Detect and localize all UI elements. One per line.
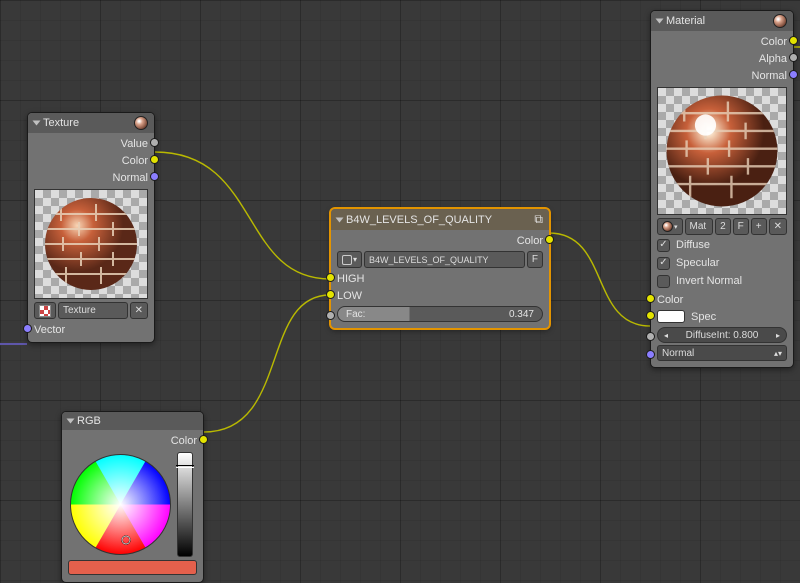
input-label-spec: Spec bbox=[691, 311, 716, 323]
socket-color-out[interactable] bbox=[150, 155, 159, 164]
invert-normal-label: Invert Normal bbox=[676, 275, 742, 287]
fake-user-button[interactable]: F bbox=[733, 218, 749, 235]
socket-normal-out[interactable] bbox=[150, 172, 159, 181]
socket-fac-in[interactable] bbox=[326, 311, 335, 320]
fac-value: 0.347 bbox=[509, 309, 534, 320]
socket-diffuseint-in[interactable] bbox=[646, 332, 655, 341]
add-material-button[interactable]: + bbox=[751, 218, 767, 235]
output-label-normal: Normal bbox=[113, 172, 148, 184]
group-browse-icon[interactable]: ▾ bbox=[337, 251, 362, 268]
output-label-value: Value bbox=[121, 138, 148, 150]
socket-vector-in[interactable] bbox=[23, 324, 32, 333]
node-title: Material bbox=[666, 15, 705, 27]
result-color-swatch[interactable] bbox=[68, 560, 197, 575]
color-wheel[interactable] bbox=[68, 452, 173, 557]
group-node-header[interactable]: B4W_LEVELS_OF_QUALITY ⧉ bbox=[331, 209, 549, 230]
rgb-node-header[interactable]: RGB bbox=[62, 412, 203, 430]
diffuse-label: Diffuse bbox=[676, 239, 710, 251]
material-preview bbox=[657, 87, 787, 215]
collapse-icon[interactable] bbox=[656, 19, 664, 24]
output-label-normal: Normal bbox=[752, 70, 787, 82]
normal-dropdown[interactable]: Normal▴▾ bbox=[657, 345, 787, 361]
node-title: Texture bbox=[43, 117, 79, 129]
collapse-icon[interactable] bbox=[336, 217, 344, 222]
node-title: RGB bbox=[77, 415, 101, 427]
output-label-alpha: Alpha bbox=[759, 53, 787, 65]
diffuse-int-field[interactable]: ◂ DiffuseInt: 0.800 ▸ bbox=[657, 327, 787, 343]
input-label-high: HIGH bbox=[337, 273, 365, 285]
texture-name-field[interactable]: Texture bbox=[58, 302, 128, 319]
value-slider[interactable] bbox=[177, 452, 193, 557]
node-title: B4W_LEVELS_OF_QUALITY bbox=[346, 214, 492, 226]
socket-high-in[interactable] bbox=[326, 273, 335, 282]
output-label-color: Color bbox=[761, 36, 787, 48]
specular-checkbox[interactable] bbox=[657, 257, 670, 270]
texture-node-header[interactable]: Texture bbox=[28, 113, 154, 133]
levels-of-quality-node[interactable]: B4W_LEVELS_OF_QUALITY ⧉ Color ▾ B4W_LEVE… bbox=[330, 208, 550, 329]
edit-group-icon[interactable]: ⧉ bbox=[534, 212, 543, 227]
texture-node[interactable]: Texture Value Color Normal Texture bbox=[27, 112, 155, 343]
fake-user-button[interactable]: F bbox=[527, 251, 543, 268]
material-node-header[interactable]: Material bbox=[651, 11, 793, 31]
preview-toggle-icon[interactable] bbox=[134, 116, 148, 130]
material-node[interactable]: Material Color Alpha Normal ▾ Mat bbox=[650, 10, 794, 368]
rgb-node[interactable]: RGB Color bbox=[61, 411, 204, 583]
socket-low-in[interactable] bbox=[326, 290, 335, 299]
collapse-icon[interactable] bbox=[67, 419, 75, 424]
preview-toggle-icon[interactable] bbox=[773, 14, 787, 28]
socket-alpha-out[interactable] bbox=[789, 53, 798, 62]
output-label-color: Color bbox=[517, 235, 543, 247]
socket-color-in[interactable] bbox=[646, 294, 655, 303]
input-label-vector: Vector bbox=[34, 324, 65, 336]
socket-color-out[interactable] bbox=[545, 235, 554, 244]
specular-label: Specular bbox=[676, 257, 719, 269]
socket-color-out[interactable] bbox=[199, 435, 208, 444]
group-name-field[interactable]: B4W_LEVELS_OF_QUALITY bbox=[364, 251, 525, 268]
socket-value-out[interactable] bbox=[150, 138, 159, 147]
material-browse-icon[interactable]: ▾ bbox=[657, 218, 683, 235]
fac-label: Fac: bbox=[346, 309, 365, 320]
invert-normal-checkbox[interactable] bbox=[657, 275, 670, 288]
material-name-field[interactable]: Mat bbox=[685, 218, 714, 235]
texture-type-icon[interactable] bbox=[34, 302, 56, 319]
diffuse-checkbox[interactable] bbox=[657, 239, 670, 252]
fac-slider[interactable]: Fac: 0.347 bbox=[337, 306, 543, 322]
texture-clear-button[interactable]: ✕ bbox=[130, 302, 148, 319]
collapse-icon[interactable] bbox=[33, 121, 41, 126]
socket-normal-out[interactable] bbox=[789, 70, 798, 79]
unlink-material-button[interactable]: ✕ bbox=[769, 218, 787, 235]
input-label-color: Color bbox=[657, 294, 683, 306]
input-label-low: LOW bbox=[337, 290, 362, 302]
socket-normal-in[interactable] bbox=[646, 350, 655, 359]
socket-color-out[interactable] bbox=[789, 36, 798, 45]
output-label-color: Color bbox=[122, 155, 148, 167]
texture-preview bbox=[34, 189, 148, 299]
socket-spec-in[interactable] bbox=[646, 311, 655, 320]
output-label-color: Color bbox=[171, 435, 197, 447]
spec-color-swatch[interactable] bbox=[657, 310, 685, 323]
material-users[interactable]: 2 bbox=[715, 218, 731, 235]
